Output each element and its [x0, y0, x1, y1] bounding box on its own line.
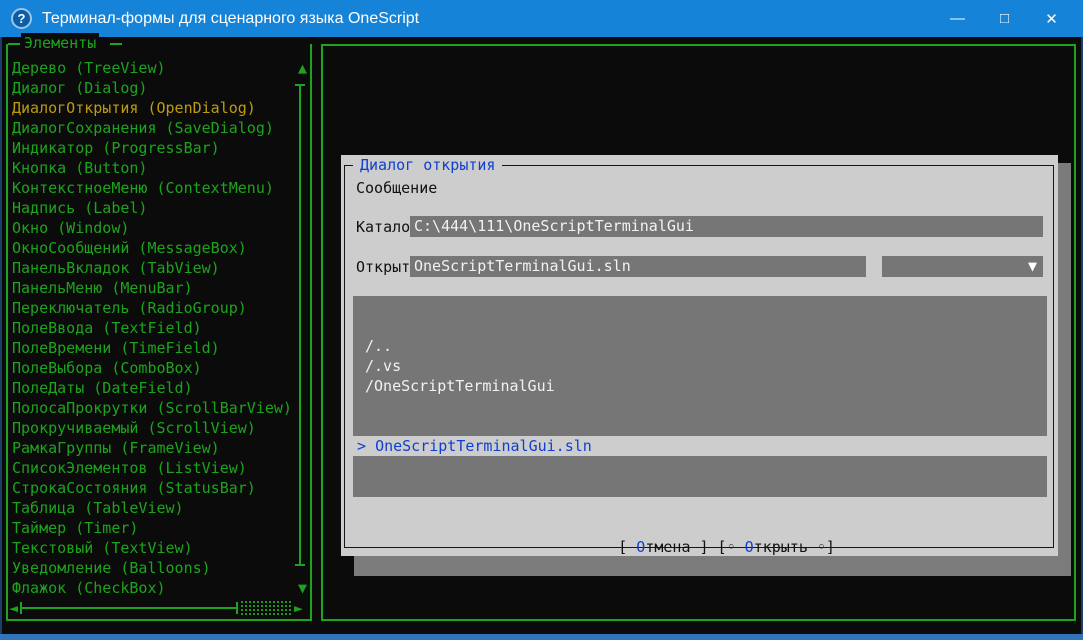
sidebar-item[interactable]: СтрокаСостояния (StatusBar) [10, 478, 290, 498]
sidebar-item[interactable]: ДиалогОткрытия (OpenDialog) [10, 98, 290, 118]
sidebar-item[interactable]: ПолеВыбора (ComboBox) [10, 358, 290, 378]
file-list-item-selected[interactable]: > OneScriptTerminalGui.sln [353, 436, 1047, 456]
sidebar-item[interactable]: ПолосаПрокрутки (ScrollBarView) [10, 398, 292, 418]
sidebar-item[interactable]: КонтекстноеМеню (ContextMenu) [10, 178, 290, 198]
sidebar-item[interactable]: Прокручиваемый (ScrollView) [10, 418, 290, 438]
dialog-buttons: [ Отмена ] [◦ Открыть ◦] [341, 517, 1058, 577]
catalog-input[interactable]: C:\444\111\OneScriptTerminalGui [410, 216, 1043, 237]
file-list-item[interactable]: /OneScriptTerminalGui [353, 376, 1047, 396]
sidebar-item[interactable]: Индикатор (ProgressBar) [10, 138, 290, 158]
window-controls: — □ ✕ [934, 0, 1083, 37]
dialog-title: Диалог открытия [353, 155, 503, 175]
scrollbar-down-icon[interactable]: ▼ [298, 578, 307, 598]
vscrollbar-thumb[interactable] [295, 564, 305, 566]
sidebar-item[interactable]: Кнопка (Button) [10, 158, 290, 178]
dialog-message-label: Сообщение [356, 179, 438, 197]
selected-file-name: OneScriptTerminalGui.sln [375, 437, 592, 455]
sidebar-item[interactable]: Текстовый (TextView) [10, 538, 290, 558]
selection-marker: > [357, 437, 376, 455]
frame-border-dash [8, 43, 20, 45]
elements-list: Дерево (TreeView) Диалог (Dialog) ДиалогОт… [10, 58, 292, 598]
sidebar-item[interactable]: Таблица (TableView) [10, 498, 290, 518]
sidebar-item[interactable]: Уведомление (Balloons) [10, 558, 290, 578]
dialog-shadow [1058, 163, 1071, 576]
scrollbar-right-icon[interactable]: ► [294, 598, 303, 618]
hscrollbar-thumb[interactable] [20, 607, 238, 609]
cancel-button[interactable]: [ Отмена ] [618, 537, 708, 557]
sidebar-item[interactable]: ДиалогСохранения (SaveDialog) [10, 118, 290, 138]
scrollbar-left-icon[interactable]: ◄ [9, 598, 18, 618]
sidebar-item[interactable]: ПолеВремени (TimeField) [10, 338, 290, 358]
sidebar-item[interactable]: ОкноСообщений (MessageBox) [10, 238, 290, 258]
vscrollbar-thumb[interactable] [299, 84, 301, 566]
sidebar-item[interactable]: Переключатель (RadioGroup) [10, 298, 290, 318]
file-list-item[interactable]: /.vs [353, 356, 1047, 376]
frame-border-dash [110, 43, 122, 45]
sidebar-item[interactable]: ПолеДаты (DateField) [10, 378, 290, 398]
open-dialog: Диалог открытия Сообщение Каталог: C:\44… [341, 155, 1058, 556]
file-list[interactable]: /../.vs/OneScriptTerminalGui > OneScript… [353, 296, 1047, 497]
scrollbar-up-icon[interactable]: ▲ [298, 58, 307, 78]
elements-frame: Элементы Дерево (TreeView) Диалог (Dialog… [6, 33, 312, 621]
filetype-combobox[interactable]: ▼ [882, 256, 1043, 277]
sidebar-item[interactable]: ПанельМеню (MenuBar) [10, 278, 290, 298]
minimize-button[interactable]: — [934, 0, 981, 37]
window-title: Терминал-формы для сценарного языка OneS… [42, 9, 420, 27]
help-icon: ? [11, 8, 32, 29]
file-list-item[interactable]: /.. [353, 336, 1047, 356]
window-edge-bottom [0, 634, 1083, 640]
hscrollbar-thumb[interactable] [236, 602, 238, 614]
sidebar-item[interactable]: ПанельВкладок (TabView) [10, 258, 290, 278]
app-window: ? Терминал-формы для сценарного языка On… [0, 0, 1083, 640]
maximize-button[interactable]: □ [981, 0, 1028, 37]
sidebar-item[interactable]: Дерево (TreeView) [10, 58, 290, 78]
chevron-down-icon[interactable]: ▼ [1028, 256, 1037, 276]
titlebar: ? Терминал-формы для сценарного языка On… [0, 0, 1083, 37]
open-button[interactable]: [◦ Открыть ◦] [718, 537, 835, 557]
hscrollbar-track[interactable] [240, 600, 293, 615]
sidebar-item[interactable]: ПолеВвода (TextField) [10, 318, 290, 338]
sidebar-item[interactable]: Надпись (Label) [10, 198, 290, 218]
sidebar-item[interactable]: Окно (Window) [10, 218, 290, 238]
sidebar-item[interactable]: СписокЭлементов (ListView) [10, 458, 290, 478]
sidebar-item[interactable]: Таймер (Timer) [10, 518, 290, 538]
filename-input[interactable]: OneScriptTerminalGui.sln [410, 256, 866, 277]
sidebar-item[interactable]: Диалог (Dialog) [10, 78, 290, 98]
sidebar-item[interactable]: Флажок (CheckBox) [10, 578, 290, 598]
elements-frame-title: Элементы [21, 33, 100, 53]
close-button[interactable]: ✕ [1028, 0, 1075, 37]
sidebar-item[interactable]: РамкаГруппы (FrameView) [10, 438, 290, 458]
window-edge-left [0, 37, 2, 640]
